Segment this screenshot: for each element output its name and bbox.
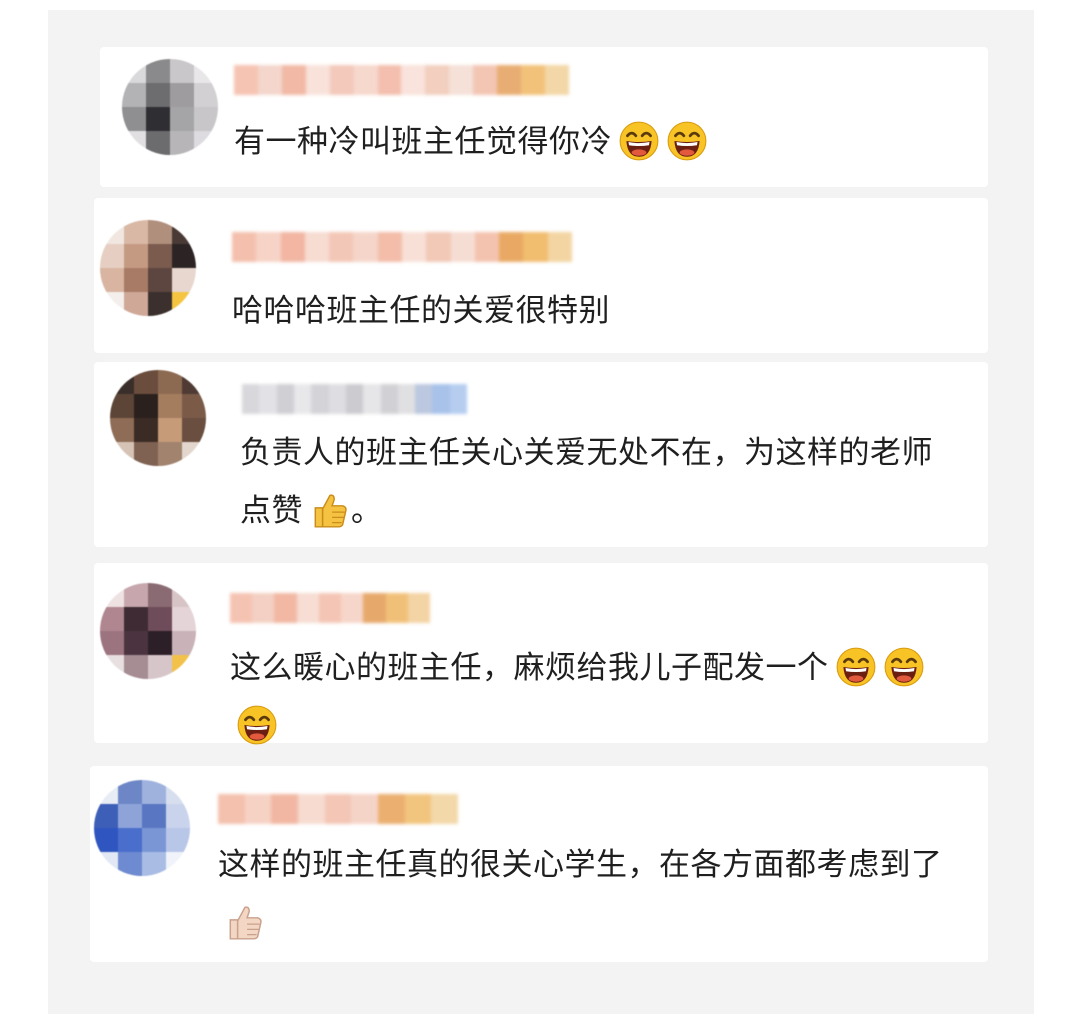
comment-card: 这样的班主任真的很关心学生，在各方面都考虑到了 (90, 766, 988, 962)
comment-card: 有一种冷叫班主任觉得你冷 (100, 47, 988, 187)
avatar[interactable] (110, 370, 206, 466)
grinning-face-icon (236, 704, 278, 746)
avatar[interactable] (94, 780, 190, 876)
comment-card: 负责人的班主任关心关爱无处不在，为这样的老师点赞。 (94, 362, 988, 547)
comment-text: 负责人的班主任关心关爱无处不在，为这样的老师点赞。 (240, 435, 933, 529)
avatar[interactable] (122, 59, 218, 155)
emoji-group (612, 121, 708, 160)
username[interactable] (230, 593, 430, 623)
username[interactable] (242, 384, 468, 414)
username[interactable] (232, 232, 572, 262)
avatar[interactable] (100, 583, 196, 679)
emoji-group (303, 493, 351, 529)
comment-list: 有一种冷叫班主任觉得你冷 哈哈哈班主任的关爱很特别 负责人的班主任关心关爱无处不… (48, 10, 1034, 1014)
avatar[interactable] (100, 220, 196, 316)
comment-card: 这么暖心的班主任，麻烦给我儿子配发一个 (94, 563, 988, 744)
comment-text: 有一种冷叫班主任觉得你冷 (234, 113, 974, 171)
username[interactable] (218, 794, 459, 824)
grinning-face-icon (835, 646, 877, 688)
username[interactable] (234, 65, 569, 95)
comment-text: 这样的班主任真的很关心学生，在各方面都考虑到了 (218, 836, 958, 952)
comment-text: 这么暖心的班主任，麻烦给我儿子配发一个 (230, 639, 970, 755)
grinning-face-icon (883, 646, 925, 688)
comment-text: 哈哈哈班主任的关爱很特别 (232, 293, 610, 329)
thumbs-up-icon (309, 489, 351, 531)
comment-card: 哈哈哈班主任的关爱很特别 (94, 198, 988, 353)
grinning-face-icon (618, 120, 660, 162)
emoji-group (218, 905, 266, 941)
grinning-face-icon (666, 120, 708, 162)
thumbs-up-light-icon (224, 901, 266, 943)
